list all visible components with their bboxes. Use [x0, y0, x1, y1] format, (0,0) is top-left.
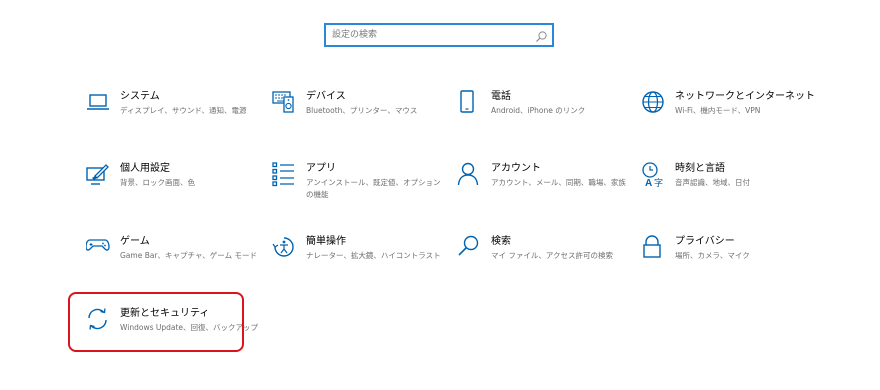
search-input[interactable]: 設定の検索 — [324, 23, 554, 47]
keyboard-speaker-icon — [272, 90, 298, 116]
phone-icon — [457, 90, 483, 116]
tile-title: アカウント — [491, 163, 541, 174]
tile-title: プライバシー — [675, 236, 735, 247]
time-language-icon: A字 — [641, 162, 667, 189]
tile-desc: 音声認識、地域、日付 — [675, 178, 750, 187]
tile-personalization[interactable]: 個人用設定 背景、ロック画面、色 — [86, 162, 266, 222]
tile-desc: Bluetooth、プリンター、マウス — [306, 106, 418, 115]
tile-accounts[interactable]: アカウント アカウント、メール、同期、職場、家族 — [457, 162, 637, 222]
tile-desc: ディスプレイ、サウンド、通知、電源 — [120, 106, 247, 115]
tile-ease-of-access[interactable]: 簡単操作 ナレーター、拡大鏡、ハイコントラスト — [272, 235, 452, 295]
tile-phone[interactable]: 電話 Android、iPhone のリンク — [457, 90, 637, 150]
tile-title: 検索 — [491, 236, 511, 247]
tile-system[interactable]: システム ディスプレイ、サウンド、通知、電源 — [86, 90, 266, 150]
tile-title: 簡単操作 — [306, 236, 346, 247]
ease-of-access-icon — [272, 235, 298, 261]
tile-desc: ナレーター、拡大鏡、ハイコントラスト — [306, 251, 441, 260]
tile-desc: アンインストール、既定値、オプションの機能 — [306, 178, 441, 199]
paint-monitor-icon — [86, 162, 112, 188]
tile-title: デバイス — [306, 91, 346, 102]
tile-desc: Game Bar、キャプチャ、ゲーム モード — [120, 251, 257, 260]
tile-title: ゲーム — [120, 236, 150, 247]
tile-title: 時刻と言語 — [675, 163, 725, 174]
tile-title: ネットワークとインターネット — [675, 91, 815, 102]
tile-network[interactable]: ネットワークとインターネット Wi-Fi、機内モード、VPN — [641, 90, 821, 150]
gamepad-icon — [85, 235, 112, 261]
search-placeholder: 設定の検索 — [332, 30, 378, 40]
tile-title: 個人用設定 — [120, 163, 170, 174]
globe-icon — [641, 90, 667, 116]
magnifier-icon — [457, 235, 483, 261]
svg-text:字: 字 — [654, 177, 663, 188]
tile-apps[interactable]: アプリ アンインストール、既定値、オプションの機能 — [272, 162, 452, 222]
highlight-box — [68, 292, 244, 352]
tile-desc: Android、iPhone のリンク — [491, 106, 586, 115]
tile-search[interactable]: 検索 マイ ファイル、アクセス許可の検索 — [457, 235, 637, 295]
search-icon[interactable] — [535, 28, 548, 42]
tile-desc: 背景、ロック画面、色 — [120, 178, 195, 187]
lock-icon — [641, 235, 667, 261]
tile-title: アプリ — [306, 163, 336, 174]
tile-privacy[interactable]: プライバシー 場所、カメラ、マイク — [641, 235, 821, 295]
laptop-icon — [86, 90, 112, 116]
tile-devices[interactable]: デバイス Bluetooth、プリンター、マウス — [272, 90, 452, 150]
tile-desc: 場所、カメラ、マイク — [675, 251, 750, 260]
tile-desc: アカウント、メール、同期、職場、家族 — [491, 178, 626, 187]
settings-home: 設定の検索 システム ディスプレイ、サウンド、通知、電源 デバイス Blueto… — [0, 0, 880, 390]
svg-text:A: A — [645, 178, 652, 188]
person-icon — [457, 162, 483, 188]
tile-title: システム — [120, 91, 160, 102]
tile-title: 電話 — [491, 91, 511, 102]
app-list-icon — [272, 162, 298, 188]
tile-time-language[interactable]: A字 時刻と言語 音声認識、地域、日付 — [641, 162, 821, 222]
tile-desc: マイ ファイル、アクセス許可の検索 — [491, 251, 614, 260]
tile-gaming[interactable]: ゲーム Game Bar、キャプチャ、ゲーム モード — [85, 235, 266, 295]
tile-desc: Wi-Fi、機内モード、VPN — [675, 106, 761, 115]
